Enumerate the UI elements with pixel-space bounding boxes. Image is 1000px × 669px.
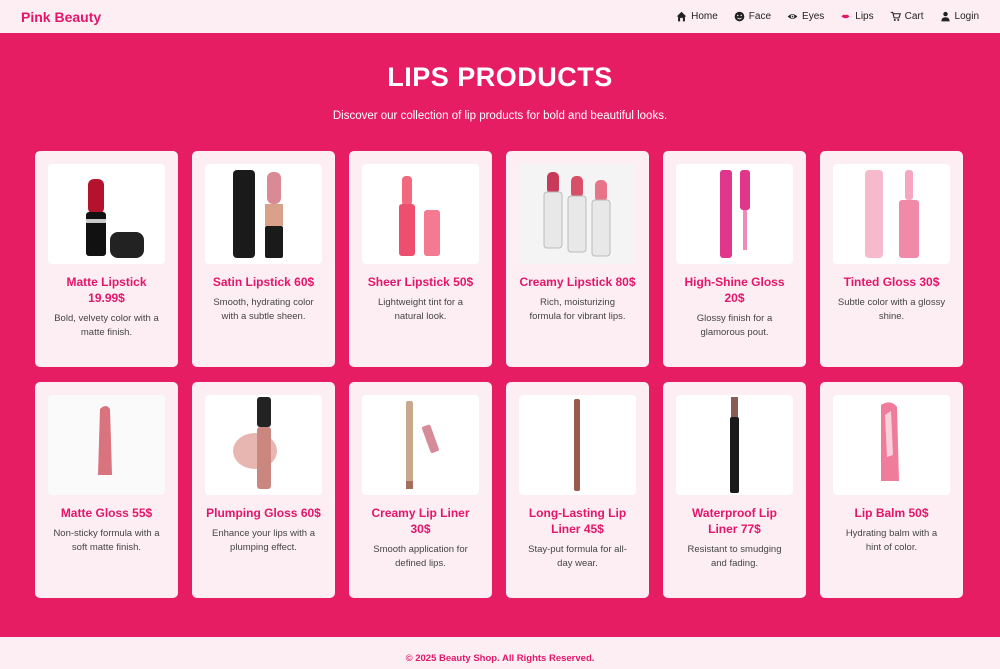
footer: © 2025 Beauty Shop. All Rights Reserved. <box>0 637 1000 669</box>
product-title: Waterproof Lip Liner 77$ <box>692 506 777 536</box>
product-description: Rich, moisturizing formula for vibrant l… <box>529 297 626 322</box>
product-title: Lip Balm 50$ <box>854 506 929 520</box>
product-card-plumping-gloss[interactable]: Plumping Gloss 60$ Enhance your lips wit… <box>192 382 335 598</box>
nav-face-label: Face <box>748 11 772 22</box>
product-title: Creamy Lip Liner 30$ <box>371 506 470 536</box>
nav-face[interactable]: Face <box>734 11 771 22</box>
product-title: Plumping Gloss 60$ <box>206 506 321 520</box>
product-title: Matte Gloss 55$ <box>60 506 153 520</box>
page-title: LIPS PRODUCTS <box>387 62 613 92</box>
product-card-high-shine-gloss[interactable]: High-Shine Gloss 20$ Glossy finish for a… <box>663 151 806 367</box>
product-card-waterproof-lip-liner[interactable]: Waterproof Lip Liner 77$ Resistant to sm… <box>663 382 806 598</box>
product-description: Glossy finish for a glamorous pout. <box>696 313 773 338</box>
product-description: Bold, velvety color with a matte finish. <box>54 313 159 338</box>
product-title: Tinted Gloss 30$ <box>843 275 940 289</box>
page-subtitle: Discover our collection of lip products … <box>332 110 668 122</box>
product-title: High-Shine Gloss 20$ <box>684 275 785 305</box>
cart-icon <box>890 11 901 21</box>
nav-cart-label: Cart <box>904 11 924 22</box>
creamy-lipstick-image <box>519 164 636 264</box>
product-title: Sheer Lipstick 50$ <box>367 275 474 289</box>
waterproof-lip-liner-image <box>676 395 793 495</box>
lips-icon <box>841 14 850 19</box>
product-title: Satin Lipstick 60$ <box>212 275 315 289</box>
product-description: Smooth, hydrating color with a subtle sh… <box>213 297 314 322</box>
matte-gloss-image <box>48 395 165 495</box>
high-shine-gloss-image <box>676 164 793 264</box>
product-description: Hydrating balm with a hint of color. <box>845 528 938 553</box>
main-nav: Home Face Eyes Lips Cart Login <box>676 11 979 22</box>
eye-icon <box>787 14 798 19</box>
matte-lipstick-image <box>48 164 165 264</box>
nav-login[interactable]: Login <box>940 11 979 22</box>
product-grid: Matte Lipstick 19.99$ Bold, velvety colo… <box>35 151 963 598</box>
sheer-lipstick-image <box>362 164 479 264</box>
product-description: Resistant to smudging and fading. <box>687 544 782 569</box>
lip-balm-image <box>833 395 950 495</box>
brand-logo[interactable]: Pink Beauty <box>21 9 101 25</box>
nav-cart[interactable]: Cart <box>890 11 924 22</box>
nav-home-label: Home <box>691 11 718 22</box>
tinted-gloss-image <box>833 164 950 264</box>
product-card-matte-gloss[interactable]: Matte Gloss 55$ Non-sticky formula with … <box>35 382 178 598</box>
plumping-gloss-image <box>205 395 322 495</box>
product-card-matte-lipstick[interactable]: Matte Lipstick 19.99$ Bold, velvety colo… <box>35 151 178 367</box>
product-description: Smooth application for defined lips. <box>373 544 468 569</box>
product-card-creamy-lip-liner[interactable]: Creamy Lip Liner 30$ Smooth application … <box>349 382 492 598</box>
product-title: Creamy Lipstick 80$ <box>519 275 636 289</box>
nav-eyes-label: Eyes <box>802 11 825 22</box>
product-card-creamy-lipstick[interactable]: Creamy Lipstick 80$ Rich, moisturizing f… <box>506 151 649 367</box>
nav-lips[interactable]: Lips <box>840 11 874 22</box>
product-description: Subtle color with a glossy shine. <box>837 297 946 322</box>
product-title: Matte Lipstick 19.99$ <box>66 275 147 305</box>
product-description: Stay-put formula for all-day wear. <box>528 544 627 569</box>
product-card-tinted-gloss[interactable]: Tinted Gloss 30$ Subtle color with a glo… <box>820 151 963 367</box>
satin-lipstick-image <box>205 164 322 264</box>
product-card-long-lasting-lip-liner[interactable]: Long-Lasting Lip Liner 45$ Stay-put form… <box>506 382 649 598</box>
product-title: Long-Lasting Lip Liner 45$ <box>528 506 627 536</box>
navbar: Pink Beauty Home Face Eyes Lips Cart Log… <box>0 0 1000 33</box>
product-card-lip-balm[interactable]: Lip Balm 50$ Hydrating balm with a hint … <box>820 382 963 598</box>
nav-login-label: Login <box>954 11 979 22</box>
nav-lips-label: Lips <box>855 11 874 22</box>
long-lasting-lip-liner-image <box>519 395 636 495</box>
copyright-text: © 2025 Beauty Shop. All Rights Reserved. <box>405 653 595 664</box>
face-icon <box>734 11 745 22</box>
creamy-lip-liner-image <box>362 395 479 495</box>
nav-home[interactable]: Home <box>676 11 718 22</box>
product-description: Non-sticky formula with a soft matte fin… <box>53 528 160 553</box>
home-icon <box>676 11 687 22</box>
product-description: Lightweight tint for a natural look. <box>377 297 464 322</box>
nav-eyes[interactable]: Eyes <box>787 11 824 22</box>
product-description: Enhance your lips with a plumping effect… <box>212 528 315 553</box>
product-card-satin-lipstick[interactable]: Satin Lipstick 60$ Smooth, hydrating col… <box>192 151 335 367</box>
user-icon <box>940 11 950 22</box>
product-card-sheer-lipstick[interactable]: Sheer Lipstick 50$ Lightweight tint for … <box>349 151 492 367</box>
